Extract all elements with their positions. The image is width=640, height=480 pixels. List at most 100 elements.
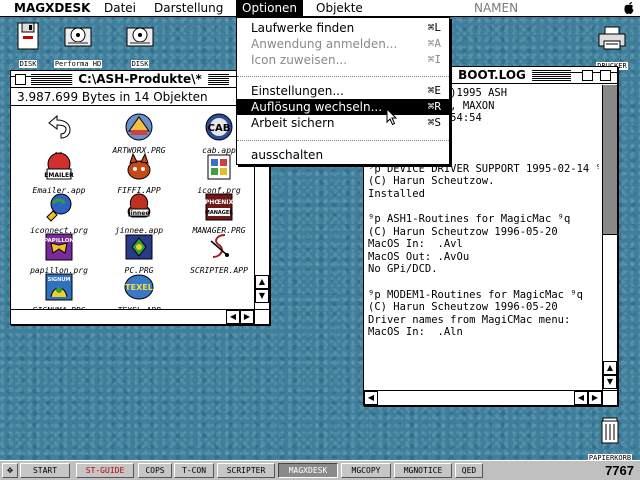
menu-namen: NAMEN [474,1,519,15]
menu-darstellung[interactable]: Darstellung [148,0,229,16]
file-icon[interactable]: PC.PRG [99,231,179,275]
scroll-left-arrow-icon[interactable]: ◀ [364,391,378,405]
scroll-down-arrow-icon[interactable]: ▼ [255,289,269,303]
desktop-icon-printer[interactable]: DRUCKER [584,22,640,71]
menu-separator [237,76,449,77]
apple-logo-icon[interactable] [622,1,636,15]
log-line: ⁹p ASH1-Routines for MagicMac ⁹q [368,212,571,225]
full-box-icon[interactable] [600,70,611,81]
mouse-pointer-icon [386,108,398,126]
jinnee-icon: jinnee [128,193,151,218]
svg-text:PHŒNIX: PHŒNIX [205,199,234,206]
taskbar-app-mgcopy[interactable]: MGCOPY [341,463,391,478]
menu-objekte[interactable]: Objekte [310,0,369,16]
menu-item-einstellungen[interactable]: Einstellungen... ⌘E [237,83,449,99]
menu-item-ausschalten[interactable]: ausschalten [237,147,449,163]
desktop-icon-harddisk[interactable]: Performa HD [50,20,106,69]
start-button[interactable]: START [20,463,70,478]
log-line: Installed [368,187,425,200]
taskbar-app-cops[interactable]: COPS [138,463,172,478]
printer-icon [598,26,626,50]
log-line: MacOS In: .Avl [368,238,463,251]
taskbar-app-magxdesk[interactable]: MAGXDESK [278,463,338,478]
menu-item-label: Anwendung anmelden... [251,37,398,51]
menu-item-shortcut: ⌘E [427,84,441,97]
scroll-left-arrow-icon[interactable]: ◀ [226,310,240,324]
scroll-up-arrow-icon[interactable]: ▲ [603,361,617,375]
file-icon[interactable]: ARTWORX.PRG [99,111,179,155]
parent-folder-icon [48,114,71,139]
iconf-icon [207,154,231,180]
cab-icon: CAB [205,113,233,141]
menu-bar: MAGXDESK Datei Darstellung Optionen Obje… [0,0,640,17]
svg-text:TEXEL: TEXEL [125,283,153,292]
menu-item-shortcut: ⌘R [427,100,441,113]
log-line: (C) Harun Scheutzow 1996-05-20 [368,301,558,314]
menu-item-shortcut: ⌘I [427,53,441,66]
file-icon[interactable]: EMAILER Emailer.app [19,151,99,195]
taskbar-app-qed[interactable]: QED [455,463,483,478]
svg-text:CAB: CAB [208,123,231,134]
file-window-infobar: 3.987.699 Bytes in 14 Objekten 1 [11,89,269,106]
svg-text:MANAGER: MANAGER [205,210,233,216]
svg-text:EMAILER: EMAILER [44,172,74,179]
file-icon[interactable]: jinnee jinnee.app [99,191,179,235]
log-line: (C) Harun Scheutzow. [368,175,495,188]
taskbar-app-mgnotice[interactable]: MGNOTICE [394,463,452,478]
scripter-icon [210,234,229,258]
file-window-title: C:\ASH-Produkte\* [72,72,208,86]
log-line: Driver names from MagiCMac menu: [368,313,571,326]
menu-item-label: Auflösung wechseln... [251,100,383,114]
menu-item-aufloesung-wechseln[interactable]: Auflösung wechseln... ⌘R [237,99,449,115]
taskbar-app-t-con[interactable]: T-CON [174,463,214,478]
menu-item-arbeit-sichern[interactable]: Arbeit sichern ⌘S [237,115,449,131]
menu-separator [237,140,449,141]
close-box-icon[interactable] [15,74,26,85]
fiffi-icon [127,152,151,180]
emailer-icon: EMAILER [44,152,74,180]
scroll-left-arrow-icon[interactable]: ◀ [574,391,588,405]
file-window-titlebar[interactable]: C:\ASH-Produkte\* [11,71,269,88]
floppy-disk-icon [17,22,39,50]
resize-box-icon[interactable] [254,309,269,324]
file-window-info: 3.987.699 Bytes in 14 Objekten [17,90,208,104]
file-icon[interactable]: iconnect.prg [19,191,99,235]
menu-optionen[interactable]: Optionen [236,0,304,16]
file-window-hscroll[interactable]: ◀ ▶ [11,309,254,324]
menu-item-label: Arbeit sichern [251,116,335,130]
file-icon[interactable]: PAPILLON papillon.prg [19,231,99,275]
log-line: ⁹p MODEM1-Routines for MagicMac ⁹q [368,288,583,301]
scroll-down-arrow-icon[interactable]: ▼ [603,375,617,389]
menu-item-shortcut: ⌘S [427,116,441,129]
scroll-right-arrow-icon[interactable]: ▶ [240,310,254,324]
menu-item-shortcut: ⌘A [427,37,441,50]
app-menu-magxdesk[interactable]: MAGXDESK [8,0,96,16]
log-window-hscroll[interactable]: ◀ ◀ ▶ [364,390,602,405]
file-icon[interactable]: FIFFI.APP [99,151,179,195]
desktop-icon-floppy[interactable]: DISK [0,20,56,69]
desktop-icon-trash[interactable]: PAPIERKORB [582,414,638,463]
iconify-box-icon[interactable] [582,70,593,81]
file-icon[interactable]: PHŒNIX MANAGER MANAGER.PRG [179,191,259,235]
taskbar-move-icon[interactable]: ✥ [2,463,18,478]
resize-box-icon[interactable] [602,390,617,405]
scroll-right-arrow-icon[interactable]: ▶ [588,391,602,405]
taskbar-app-st-guide[interactable]: ST-GUIDE [76,463,134,478]
file-icon[interactable]: .. [19,111,99,155]
signum-icon: SIGNUM [45,273,73,301]
menu-item-icon-zuweisen[interactable]: Icon zuweisen... ⌘I [237,52,449,68]
log-window-vscroll[interactable]: ▲ ▼ [602,85,617,390]
file-icon[interactable]: SCRIPTER.APP [179,231,259,275]
taskbar-app-scripter[interactable]: SCRIPTER [217,463,275,478]
vscroll-thumb[interactable] [603,85,617,235]
scroll-up-arrow-icon[interactable]: ▲ [255,275,269,289]
menu-datei[interactable]: Datei [98,0,142,16]
phoenix-manager-icon: PHŒNIX MANAGER [205,193,234,221]
menu-item-anwendung-anmelden[interactable]: Anwendung anmelden... ⌘A [237,36,449,52]
desktop-icon-cd[interactable]: DISK [112,20,168,69]
artworx-icon [125,113,153,141]
log-line: MacOS Out: .AvOu [368,250,470,263]
menu-item-laufwerke-finden[interactable]: Laufwerke finden ⌘L [237,20,449,36]
